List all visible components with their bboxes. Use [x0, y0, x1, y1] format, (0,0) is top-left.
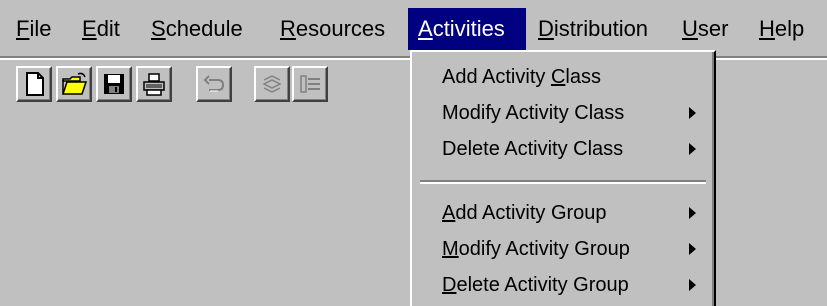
menu-resources-label: esources: [295, 16, 386, 41]
submenu-arrow-icon: [689, 143, 696, 155]
submenu-arrow-icon: [689, 243, 696, 255]
menu-item-delete-activity-group[interactable]: Delete Activity Group: [412, 268, 712, 302]
menu-item-add-activity-class[interactable]: Add Activity Class: [412, 60, 712, 94]
menu-help-mnemonic: H: [759, 16, 775, 41]
modify-activity-group-label: odify Activity Group: [458, 238, 630, 260]
menu-user-label: ser: [697, 16, 729, 41]
delete-activity-group-label: elete Activity Group: [456, 274, 629, 296]
menu-file[interactable]: File: [6, 8, 61, 50]
save-disk-icon: [104, 74, 124, 94]
menu-item-delete-activity-class[interactable]: Delete Activity Class: [412, 132, 712, 166]
menu-separator: [420, 180, 706, 184]
menu-help-label: elp: [774, 16, 805, 41]
menu-file-mnemonic: F: [16, 16, 30, 41]
open-button[interactable]: [56, 66, 92, 102]
menu-item-add-activity-group[interactable]: Add Activity Group: [412, 196, 712, 230]
submenu-arrow-icon: [689, 207, 696, 219]
menu-activities-mnemonic: A: [418, 16, 433, 41]
submenu-arrow-icon: [689, 107, 696, 119]
menu-distribution[interactable]: Distribution: [528, 8, 658, 50]
menu-edit-label: dit: [96, 16, 120, 41]
menu-edit[interactable]: Edit: [72, 8, 130, 50]
menu-resources[interactable]: Resources: [270, 8, 395, 50]
add-activity-group-label: dd Activity Group: [455, 202, 607, 224]
undo-icon: [203, 75, 225, 92]
menu-item-modify-activity-class[interactable]: Modify Activity Class: [412, 96, 712, 130]
stack-button[interactable]: [254, 66, 290, 102]
menu-distribution-label: istribution: [553, 16, 649, 41]
menu-schedule[interactable]: Schedule: [141, 8, 253, 50]
menu-activities[interactable]: Activities: [408, 8, 526, 50]
menu-distribution-mnemonic: D: [538, 16, 554, 41]
add-activity-class-mnemonic: C: [550, 66, 566, 88]
menu-help[interactable]: Help: [749, 8, 814, 50]
new-file-button[interactable]: [16, 66, 52, 102]
open-folder-icon: [61, 72, 88, 95]
menu-schedule-mnemonic: S: [151, 16, 166, 41]
delete-activity-group-mnemonic: D: [442, 274, 457, 296]
menu-edit-mnemonic: E: [82, 16, 97, 41]
print-button[interactable]: [136, 66, 172, 102]
delete-activity-class-label: Delete Activity Class: [442, 138, 624, 160]
undo-button[interactable]: [196, 66, 232, 102]
menu-item-modify-activity-group[interactable]: Modify Activity Group: [412, 232, 712, 266]
menu-user-mnemonic: U: [682, 16, 698, 41]
add-activity-class-label: Add Activity: [442, 66, 551, 88]
menu-file-label: ile: [29, 16, 52, 41]
save-button[interactable]: [96, 66, 132, 102]
modify-activity-group-mnemonic: M: [442, 238, 459, 260]
add-activity-class-label-rest: lass: [565, 66, 601, 88]
list-icon: [300, 75, 320, 93]
menu-resources-mnemonic: R: [280, 16, 296, 41]
print-icon: [143, 73, 165, 96]
stack-icon: [262, 75, 282, 93]
menu-schedule-label: chedule: [165, 16, 243, 41]
modify-activity-class-label: Modify Activity Class: [442, 102, 625, 124]
add-activity-group-mnemonic: A: [442, 202, 456, 224]
submenu-arrow-icon: [689, 279, 696, 291]
list-button[interactable]: [292, 66, 328, 102]
menu-activities-label: ctivities: [432, 16, 505, 41]
menu-user[interactable]: User: [672, 8, 738, 50]
activities-dropdown: Add Activity Class Modify Activity Class…: [410, 50, 716, 306]
new-file-icon: [26, 72, 44, 96]
